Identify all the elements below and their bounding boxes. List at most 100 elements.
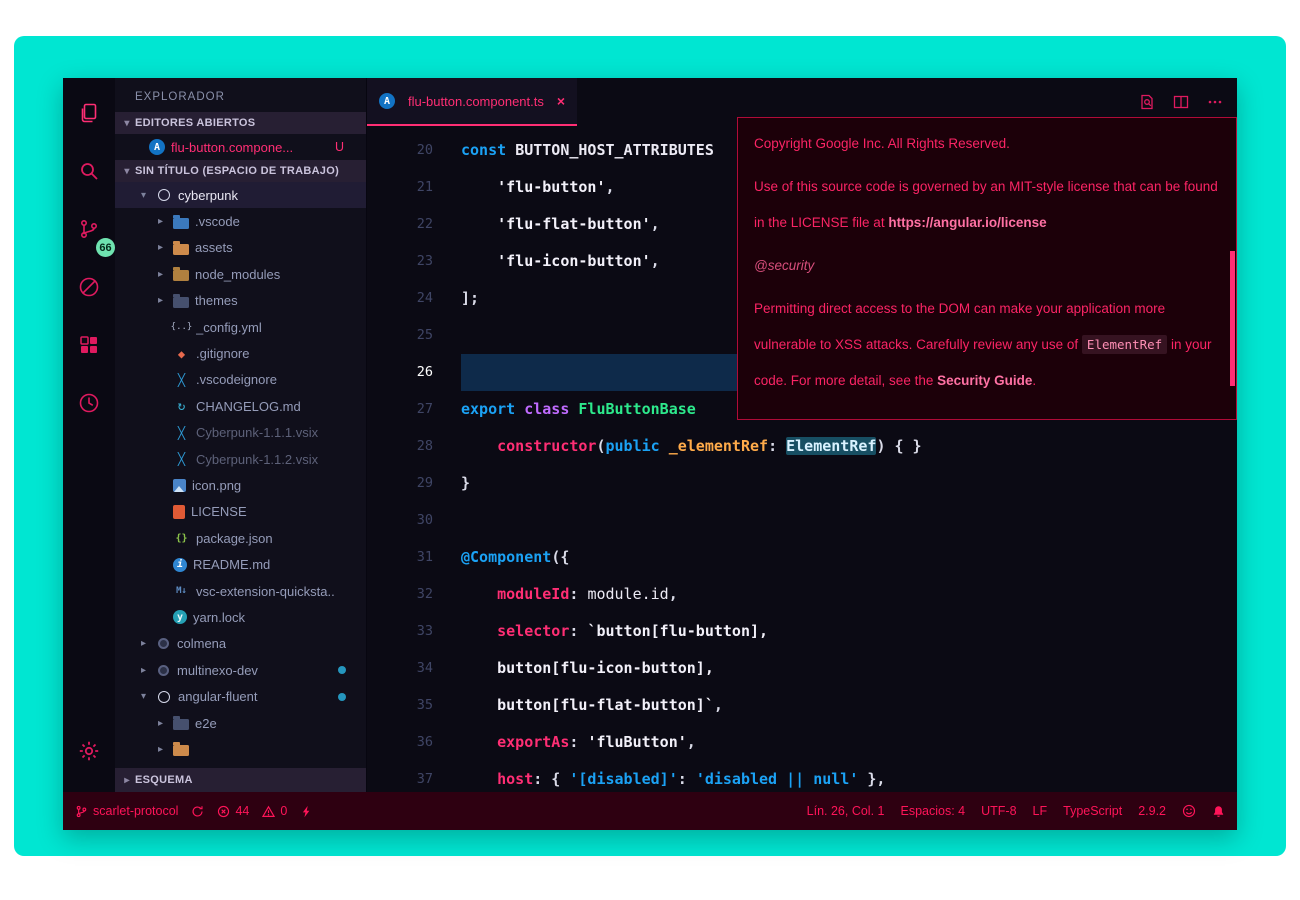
- tree-item-node_modules[interactable]: ▸ node_modules: [115, 261, 366, 287]
- sync-icon: [191, 805, 204, 818]
- status-version[interactable]: 2.9.2: [1138, 804, 1166, 818]
- line-number: 33: [416, 623, 433, 639]
- code-line-28[interactable]: 28 constructor(public _elementRef: Eleme…: [367, 428, 1237, 465]
- split-editor-icon[interactable]: [1173, 94, 1189, 110]
- chevron-right-icon: ▸: [141, 664, 147, 676]
- status-format-power[interactable]: [300, 805, 313, 818]
- error-icon: [217, 805, 230, 818]
- yml-icon: {..}: [170, 322, 193, 333]
- tree-item-CHANGELOG.md[interactable]: ↻ CHANGELOG.md: [115, 393, 366, 419]
- tree-item-README.md[interactable]: README.md: [115, 551, 366, 577]
- activity-settings[interactable]: [63, 724, 115, 782]
- status-encoding[interactable]: UTF-8: [981, 804, 1016, 818]
- more-actions-icon[interactable]: [1207, 94, 1223, 110]
- status-notifications[interactable]: [1212, 805, 1225, 818]
- tree-item-vsc-extension-quicksta..[interactable]: M↓ vsc-extension-quicksta..: [115, 578, 366, 604]
- circle-outline-icon: [158, 189, 170, 202]
- status-language[interactable]: TypeScript: [1063, 804, 1122, 818]
- code-line-30[interactable]: 30: [367, 502, 1237, 539]
- workspace-header-label: SIN TÍTULO (ESPACIO DE TRABAJO): [135, 165, 340, 177]
- code-line-32[interactable]: 32 moduleId: module.id,: [367, 576, 1237, 613]
- chevron-right-icon: ▸: [158, 295, 164, 307]
- status-errors[interactable]: 44: [217, 804, 249, 818]
- activity-search[interactable]: [63, 144, 115, 202]
- chevron-down-icon: [119, 166, 135, 177]
- chevron-right-icon: ▸: [158, 743, 164, 755]
- code-line-34[interactable]: 34 button[flu-icon-button],: [367, 650, 1237, 687]
- sidebar-title: EXPLORADOR: [135, 91, 225, 103]
- tree-item-colmena[interactable]: ▸ colmena: [115, 631, 366, 657]
- tooltip-scrollbar[interactable]: [1230, 251, 1235, 386]
- open-editors-header[interactable]: EDITORES ABIERTOS: [115, 112, 366, 134]
- status-bar: scarlet-protocol 44 0 Lín. 26, Col. 1 Espac…: [63, 792, 1237, 830]
- tree-item-_config.yml[interactable]: {..} _config.yml: [115, 314, 366, 340]
- modified-dot-icon: [338, 666, 346, 675]
- file-tree: ▾ cyberpunk ▸ .vscode ▸ assets ▸ node_modules ▸ t…: [115, 182, 366, 768]
- tree-item-.vscode[interactable]: ▸ .vscode: [115, 208, 366, 234]
- activity-debug[interactable]: [63, 260, 115, 318]
- close-tab-icon[interactable]: ×: [557, 93, 565, 109]
- tree-item-label: _config.yml: [196, 319, 262, 335]
- chevron-right-icon: ▸: [158, 216, 164, 228]
- activity-source-control[interactable]: 66: [63, 202, 115, 260]
- status-feedback[interactable]: [1182, 804, 1196, 818]
- tree-item-multinexo-dev[interactable]: ▸ multinexo-dev: [115, 657, 366, 683]
- tree-item-package.json[interactable]: {} package.json: [115, 525, 366, 551]
- chevron-right-icon: ▸: [158, 242, 164, 254]
- tree-item-angular-fluent[interactable]: ▾ angular-fluent: [115, 683, 366, 709]
- scm-badge: 66: [96, 238, 115, 257]
- code-line-37[interactable]: 37 host: { '[disabled]': 'disabled || nu…: [367, 761, 1237, 792]
- tree-item-cyberpunk[interactable]: ▾ cyberpunk: [115, 182, 366, 209]
- status-version-label: 2.9.2: [1138, 804, 1166, 818]
- git-branch-icon: [75, 805, 88, 818]
- status-cursor-position-label: Lín. 26, Col. 1: [806, 804, 885, 818]
- code-line-29[interactable]: 29}: [367, 465, 1237, 502]
- line-number: 32: [416, 586, 433, 602]
- changelog-icon: ↻: [177, 398, 186, 414]
- tree-item-label: .vscodeignore: [196, 372, 277, 388]
- tree-item-Cyberpunk-1.1.2.vsix[interactable]: ╳ Cyberpunk-1.1.2.vsix: [115, 446, 366, 472]
- outline-header[interactable]: ESQUEMA: [115, 768, 366, 792]
- code-line-31[interactable]: 31 @Component({: [367, 539, 1237, 576]
- code-line-35[interactable]: 35 button[flu-flat-button]`,: [367, 687, 1237, 724]
- status-indentation[interactable]: Espacios: 4: [900, 804, 965, 818]
- code-line-33[interactable]: 33 selector: `button[flu-button],: [367, 613, 1237, 650]
- activity-history[interactable]: [63, 376, 115, 434]
- status-cursor-position[interactable]: Lín. 26, Col. 1: [807, 804, 885, 818]
- tree-item-icon.png[interactable]: icon.png: [115, 472, 366, 498]
- tree-item-LICENSE[interactable]: LICENSE: [115, 499, 366, 525]
- gear-icon: [77, 739, 101, 768]
- workspace-header[interactable]: SIN TÍTULO (ESPACIO DE TRABAJO): [115, 160, 366, 182]
- tree-item-themes[interactable]: ▸ themes: [115, 288, 366, 314]
- tree-item-e2e[interactable]: ▸ e2e: [115, 710, 366, 736]
- status-language-label: TypeScript: [1063, 804, 1123, 818]
- vscode-logo-icon: ╳: [177, 372, 186, 387]
- tree-item-assets[interactable]: ▸ assets: [115, 235, 366, 261]
- warning-icon: [262, 805, 276, 818]
- modified-dot-icon: [338, 692, 346, 701]
- desktop-background: 66 EXPLORADOR ▾ EDITORES ABIERTOS A flu-…: [14, 36, 1286, 856]
- tooltip-link[interactable]: Security Guide: [937, 373, 1032, 388]
- open-editor-item[interactable]: flu-button.compone... U: [115, 134, 366, 160]
- tree-item-yarn.lock[interactable]: yarn.lock: [115, 604, 366, 630]
- activity-extensions[interactable]: [63, 318, 115, 376]
- tab-flu-button-component[interactable]: flu-button.component.ts ×: [367, 78, 578, 126]
- tree-item-label: .gitignore: [196, 346, 250, 362]
- activity-bar-bottom: [63, 724, 115, 792]
- status-eol-label: LF: [1032, 804, 1048, 818]
- code-line-36[interactable]: 36 exportAs: 'fluButton',: [367, 724, 1237, 761]
- tree-item-Cyberpunk-1.1.1.vsix[interactable]: ╳ Cyberpunk-1.1.1.vsix: [115, 420, 366, 446]
- line-number: 25: [416, 327, 433, 343]
- activity-explorer[interactable]: [63, 86, 115, 144]
- tree-item[interactable]: ▸: [115, 736, 366, 762]
- git-icon: ◆: [177, 346, 186, 361]
- status-sync[interactable]: [191, 805, 204, 818]
- tree-item-.gitignore[interactable]: ◆ .gitignore: [115, 340, 366, 366]
- status-git-branch[interactable]: scarlet-protocol: [75, 804, 178, 818]
- status-warnings[interactable]: 0: [262, 804, 287, 818]
- tree-item-.vscodeignore[interactable]: ╳ .vscodeignore: [115, 367, 366, 393]
- tooltip-text: .: [1032, 373, 1037, 388]
- tooltip-link[interactable]: https://angular.io/license: [888, 215, 1046, 230]
- open-changes-icon[interactable]: [1139, 94, 1155, 110]
- status-eol[interactable]: LF: [1033, 804, 1048, 818]
